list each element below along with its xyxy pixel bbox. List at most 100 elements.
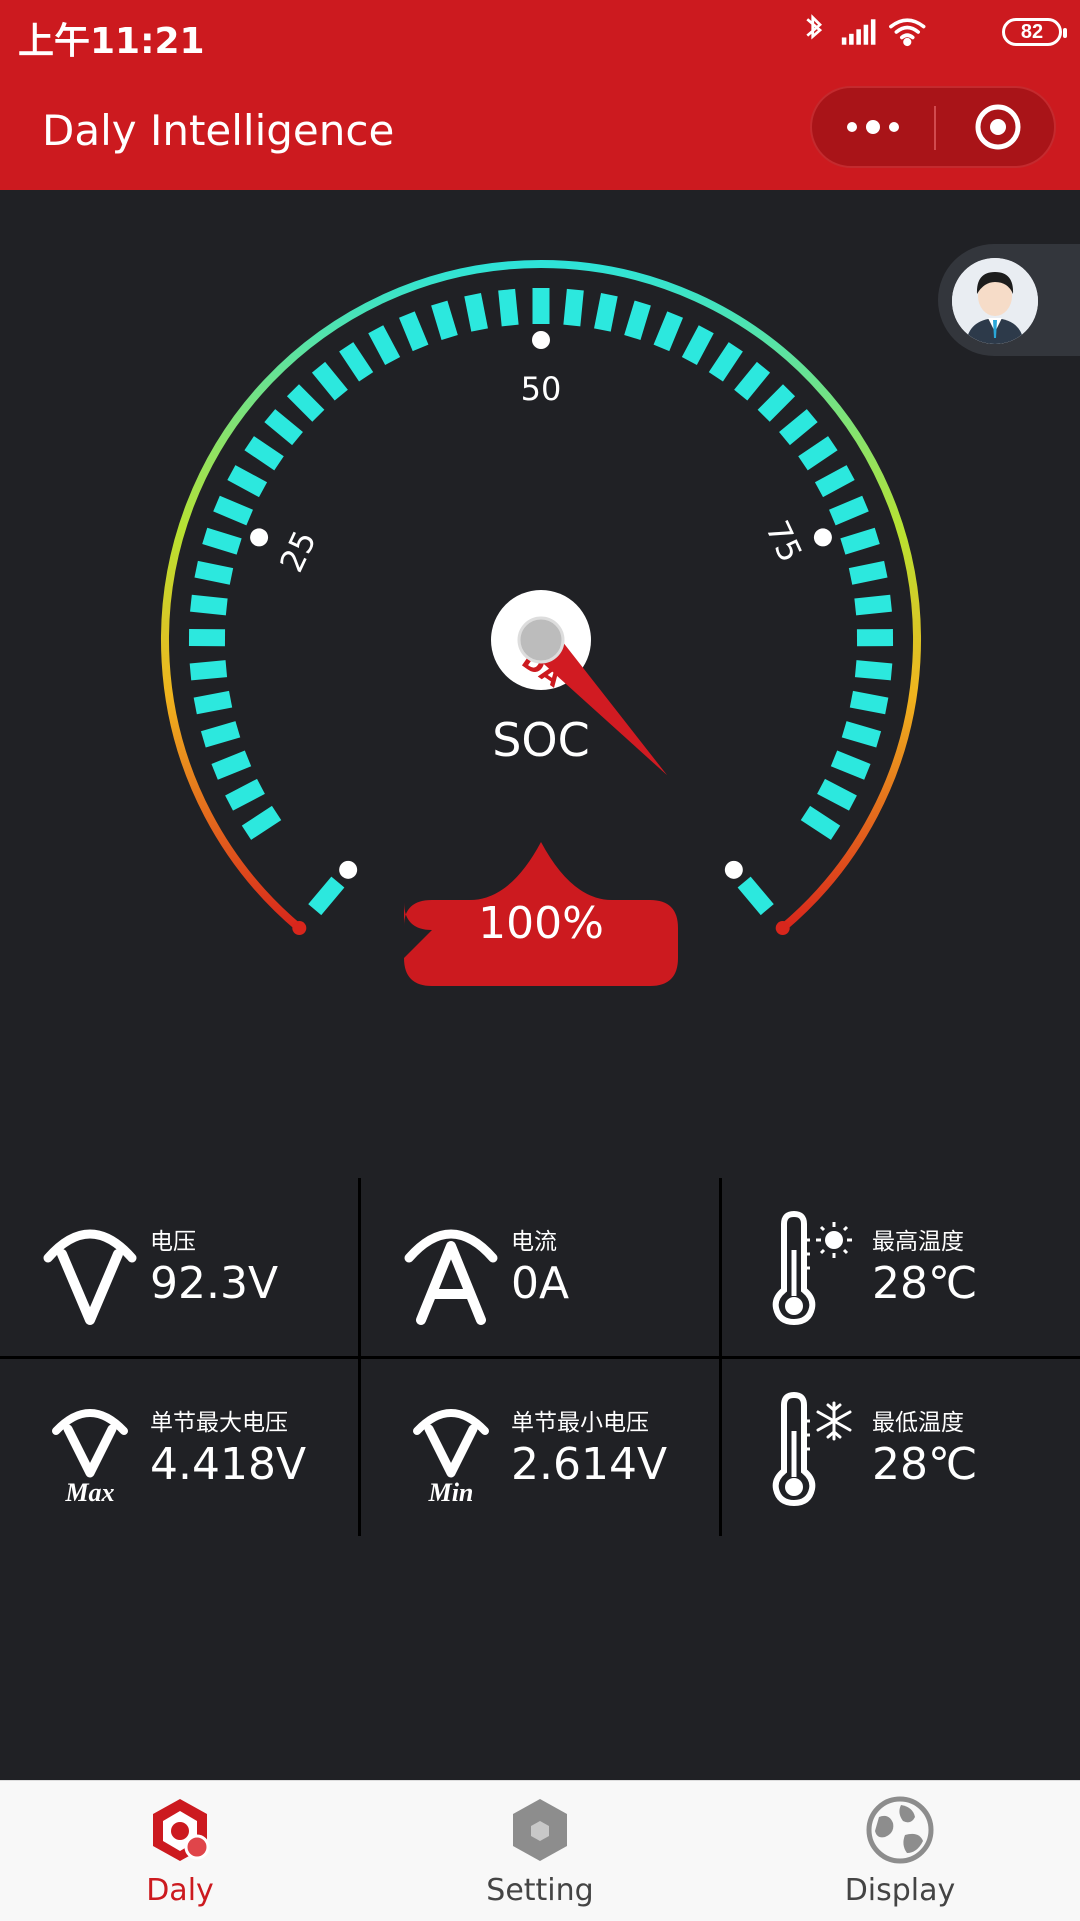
metric-value: 92.3V (150, 1258, 278, 1309)
gauge-scale-dot (250, 528, 268, 546)
grid-divider (0, 1356, 1080, 1359)
gauge-tick (716, 347, 736, 377)
metric-label: 单节最大电压 (150, 1403, 288, 1437)
gauge-tick (229, 786, 261, 803)
gauge-tick (407, 315, 421, 348)
gauge-tick (689, 329, 706, 361)
app-title: Daly Intelligence (42, 106, 394, 155)
gauge-tick (661, 315, 675, 348)
globe-icon (865, 1795, 935, 1865)
metric-voltage: 电压 92.3V (0, 1178, 359, 1357)
app-bar: Daly Intelligence (0, 66, 1080, 190)
gauge-tick (856, 669, 892, 672)
tick-label-25: 25 (272, 525, 324, 578)
metric-value: 28℃ (872, 1439, 977, 1490)
gauge-tick (473, 295, 480, 330)
metric-label: 最低温度 (872, 1403, 964, 1437)
system-icons (780, 12, 980, 52)
max-caption: Max (64, 1478, 114, 1507)
thermometer-sun-icon (762, 1210, 862, 1326)
gauge-tick (851, 699, 886, 706)
person-avatar-icon (952, 258, 1038, 344)
gauge-scale-dot (725, 861, 743, 879)
current-icon (401, 1210, 501, 1326)
metric-label: 电流 (511, 1222, 557, 1256)
metric-label: 单节最小电压 (511, 1403, 649, 1437)
soc-gauge: 25 50 75 DA SOC 100% (0, 190, 1080, 1020)
tab-setting[interactable]: Setting (360, 1781, 720, 1921)
gauge-tick (190, 669, 226, 672)
metric-min-temp: 最低温度 28℃ (722, 1359, 1080, 1538)
gauge-scale-dot (532, 331, 550, 349)
gauge-tick (741, 367, 764, 395)
gauge-tick (346, 347, 366, 377)
tab-display[interactable]: Display (720, 1781, 1080, 1921)
hexagon-icon (505, 1795, 575, 1865)
voltage-max-icon: Max (40, 1391, 140, 1507)
gauge-tick (270, 416, 298, 439)
gauge-scale-dot (339, 861, 357, 879)
metric-label: 电压 (150, 1222, 196, 1256)
status-bar: 上午11:21 82 (0, 0, 1080, 66)
gauge-tick (246, 813, 276, 833)
close-button[interactable] (936, 88, 1054, 166)
gauge-tick (843, 536, 877, 547)
gauge-tick (231, 473, 263, 490)
mini-program-capsule (810, 86, 1056, 168)
soc-label: SOC (492, 713, 590, 767)
gauge-tick (764, 390, 789, 416)
gauge-tick (632, 303, 642, 337)
gauge-tick (855, 603, 891, 607)
metrics-grid: 电压 92.3V 电流 0A 最高温度 28℃ (0, 1178, 1080, 1538)
needle-cap (519, 618, 563, 662)
gauge-tick (507, 290, 511, 326)
gauge-tick (602, 295, 609, 330)
bottom-tab-bar: Daly Setting Display (0, 1780, 1080, 1921)
gauge-tick (803, 443, 833, 463)
arc-end-cap (292, 921, 306, 935)
gauge-tick (834, 758, 867, 771)
tick-label-75: 75 (758, 515, 810, 568)
arc-end-cap (776, 921, 790, 935)
gauge-tick (821, 786, 853, 803)
target-close-icon (936, 88, 1054, 166)
metric-value: 2.614V (511, 1439, 667, 1490)
more-dots-icon (812, 88, 934, 166)
gauge-tick (191, 603, 227, 607)
gauge-tick (195, 699, 230, 706)
metric-cell-min-voltage: Min 单节最小电压 2.614V (361, 1359, 720, 1538)
gauge-tick (819, 473, 851, 490)
gauge-tick (784, 416, 812, 439)
battery-indicator: 82 (1002, 18, 1062, 46)
customer-service-tab[interactable] (938, 244, 1080, 356)
metric-value: 28℃ (872, 1258, 977, 1309)
gauge-tick (215, 758, 248, 771)
gauge-tick (217, 504, 250, 518)
gauge-tick (203, 729, 238, 739)
metric-current: 电流 0A (361, 1178, 720, 1357)
gauge-tick (376, 329, 393, 361)
gauge-tick (572, 290, 576, 326)
tab-label: Setting (360, 1873, 720, 1908)
metric-max-temp: 最高温度 28℃ (722, 1178, 1080, 1357)
daly-logo-icon (145, 1795, 215, 1865)
gauge-tick (744, 882, 767, 910)
tab-daly[interactable]: Daly (0, 1781, 360, 1921)
gauge-tick (832, 504, 865, 518)
more-button[interactable] (812, 88, 934, 166)
tab-label: Daly (0, 1873, 360, 1908)
gauge-tick (319, 367, 342, 395)
metric-value: 4.418V (150, 1439, 306, 1490)
thermometer-snow-icon (762, 1391, 862, 1507)
gauge-tick (205, 536, 239, 547)
wifi-icon (891, 20, 924, 44)
voltage-icon (40, 1210, 140, 1326)
min-caption: Min (428, 1478, 474, 1507)
gauge-tick (249, 443, 279, 463)
metric-cell-max-voltage: Max 单节最大电压 4.418V (0, 1359, 359, 1538)
signal-icon (842, 19, 876, 44)
gauge-tick (196, 569, 231, 576)
status-time: 上午11:21 (18, 12, 205, 64)
soc-value-text: 100% (478, 898, 604, 949)
tick-label-50: 50 (521, 370, 562, 408)
